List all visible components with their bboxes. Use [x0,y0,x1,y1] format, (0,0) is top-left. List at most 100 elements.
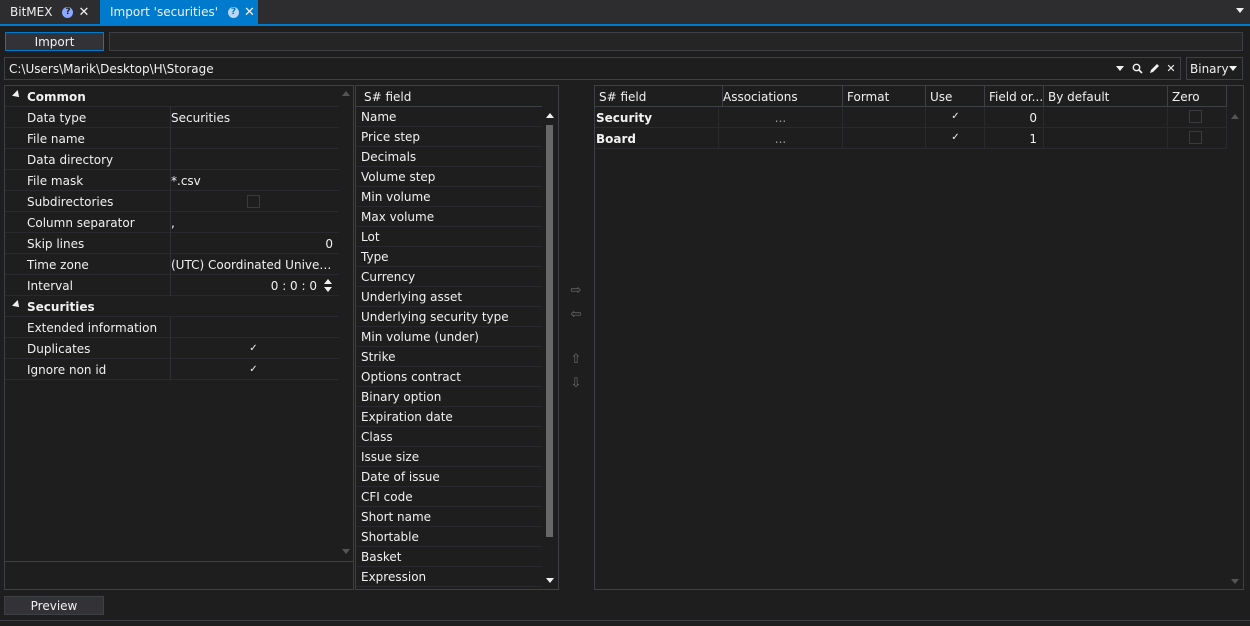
preview-button[interactable]: Preview [4,596,104,615]
field-list-item[interactable]: Basket [356,547,542,567]
field-list-item[interactable]: Currency [356,267,542,287]
spin-down-icon[interactable] [324,287,332,292]
ignore-non-id-checkbox[interactable]: ✓ [247,363,260,376]
field-list-item[interactable]: Short name [356,507,542,527]
column-header-by-default[interactable]: By default [1044,86,1168,107]
pencil-icon[interactable] [1146,61,1162,77]
expand-arrow-icon[interactable] [12,300,22,310]
field-list-item[interactable]: Class [356,427,542,447]
field-list-item[interactable]: Shortable [356,527,542,547]
field-list-item[interactable]: Lot [356,227,542,247]
expand-arrow-icon[interactable] [12,90,22,100]
property-interval[interactable]: Interval 0 : 0 : 0 [5,275,339,296]
category-common[interactable]: Common [5,86,339,107]
property-file-name[interactable]: File name [5,128,339,149]
property-data-directory[interactable]: Data directory [5,149,339,170]
scroll-down-icon[interactable] [342,549,350,554]
field-list-item[interactable]: CFI code [356,487,542,507]
field-list-item[interactable]: Volume step [356,167,542,187]
property-time-zone[interactable]: Time zone (UTC) Coordinated Universal Ti… [5,254,339,275]
property-column-separator[interactable]: Column separator , [5,212,339,233]
field-list-item[interactable]: Options contract [356,367,542,387]
column-header-format[interactable]: Format [843,86,926,107]
tab-import-securities[interactable]: Import 'securities' ? ✕ [100,0,258,24]
scroll-down-icon[interactable] [1231,579,1239,584]
field-list-header[interactable]: S# field [356,86,542,107]
storage-format-select[interactable]: Binary [1186,57,1243,80]
column-header-zero[interactable]: Zero [1168,86,1227,107]
use-checkbox[interactable]: ✓ [949,131,962,144]
arrow-down-icon[interactable]: ⇩ [564,373,588,393]
field-order-cell[interactable]: 0 [985,107,1044,128]
default-value-cell[interactable] [1044,107,1168,128]
property-data-type[interactable]: Data type Securities [5,107,339,128]
tab-menu-dropdown-icon[interactable] [1236,8,1244,13]
property-extended-information[interactable]: Extended information [5,317,339,338]
use-checkbox[interactable]: ✓ [949,110,962,123]
field-list-item[interactable]: Expiration date [356,407,542,427]
property-value[interactable]: 0 [171,237,333,251]
field-list-item[interactable]: Min volume [356,187,542,207]
field-list-item[interactable]: Expression [356,567,542,587]
zero-checkbox[interactable] [1189,110,1202,123]
field-list-item[interactable]: Date of issue [356,467,542,487]
field-list-item[interactable]: Type [356,247,542,267]
field-list-item[interactable]: Issue size [356,447,542,467]
subdirectories-checkbox[interactable] [247,195,260,208]
property-file-mask[interactable]: File mask *.csv [5,170,339,191]
format-cell[interactable] [843,128,926,149]
close-icon[interactable]: ✕ [78,6,89,19]
column-header-field[interactable]: S# field [595,86,723,107]
close-icon[interactable]: ✕ [1163,61,1179,77]
associations-button[interactable]: ... [719,107,843,128]
scroll-up-icon[interactable] [342,91,350,96]
search-icon[interactable] [1129,61,1145,77]
tab-bitmex[interactable]: BitMEX ? ✕ [0,0,100,24]
help-icon[interactable]: ? [228,6,240,18]
default-value-cell[interactable] [1044,128,1168,149]
associations-button[interactable]: ... [719,128,843,149]
field-list-item[interactable]: Min volume (under) [356,327,542,347]
property-value[interactable]: (UTC) Coordinated Universal Time [171,258,333,272]
property-value[interactable]: 0 : 0 : 0 [171,279,317,293]
arrow-up-icon[interactable]: ⇧ [564,349,588,369]
column-header-field-order[interactable]: Field or... [985,86,1044,107]
arrow-right-icon[interactable]: ⇨ [564,280,588,300]
storage-path-field[interactable]: C:\Users\Marik\Desktop\H\Storage ✕ [4,57,1181,80]
storage-path-text[interactable]: C:\Users\Marik\Desktop\H\Storage [9,62,1112,76]
format-cell[interactable] [843,107,926,128]
zero-checkbox[interactable] [1189,131,1202,144]
scroll-up-icon[interactable] [546,113,554,118]
spin-up-icon[interactable] [324,279,332,284]
field-list-item[interactable]: Underlying asset [356,287,542,307]
property-value[interactable]: Securities [171,111,333,125]
scroll-down-icon[interactable] [546,578,554,583]
property-subdirectories[interactable]: Subdirectories [5,191,339,212]
property-grid-scrollbar[interactable] [339,86,353,561]
chevron-down-icon[interactable] [1112,61,1128,77]
close-icon[interactable]: ✕ [244,6,255,19]
field-list-item[interactable]: Binary option [356,387,542,407]
property-skip-lines[interactable]: Skip lines 0 [5,233,339,254]
scroll-up-icon[interactable] [1231,114,1239,119]
field-list-item[interactable]: Underlying security type [356,307,542,327]
duplicates-checkbox[interactable]: ✓ [247,342,260,355]
category-securities[interactable]: Securities [5,296,339,317]
field-list-item[interactable]: Strike [356,347,542,367]
property-ignore-non-id[interactable]: Ignore non id ✓ [5,359,339,380]
property-value[interactable]: *.csv [171,174,333,188]
import-button[interactable]: Import [5,32,104,51]
field-list-item[interactable]: Max volume [356,207,542,227]
field-list-scrollbar[interactable] [542,107,558,589]
mapping-field-cell[interactable]: Board [595,128,719,149]
mapping-grid-scrollbar[interactable] [1227,108,1243,589]
help-icon[interactable]: ? [62,6,74,18]
property-duplicates[interactable]: Duplicates ✓ [5,338,339,359]
field-order-cell[interactable]: 1 [985,128,1044,149]
arrow-left-icon[interactable]: ⇦ [564,304,588,324]
mapping-field-cell[interactable]: Security [595,107,719,128]
column-header-use[interactable]: Use [926,86,985,107]
field-list-item[interactable]: Price step [356,127,542,147]
scrollbar-thumb[interactable] [546,125,553,537]
property-value[interactable]: , [171,216,333,230]
